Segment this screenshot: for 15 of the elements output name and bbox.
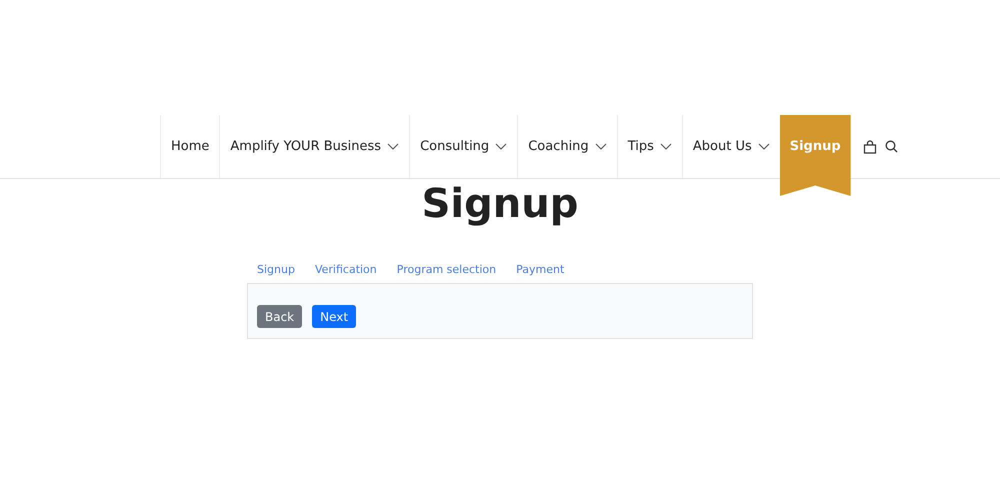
shopping-bag-icon[interactable] xyxy=(862,140,877,154)
step-link[interactable]: Payment xyxy=(516,263,564,276)
nav-link[interactable]: Coaching xyxy=(517,115,617,178)
search-icon[interactable] xyxy=(884,140,898,153)
page-title: Signup xyxy=(420,181,580,227)
step-link[interactable]: Signup xyxy=(257,263,295,276)
nav-link[interactable]: Signup xyxy=(780,115,851,196)
nav-link[interactable]: Tips xyxy=(616,115,682,178)
step-link[interactable]: Verification xyxy=(314,263,377,276)
step-link[interactable]: Program selection xyxy=(396,263,496,276)
back-button[interactable]: Back xyxy=(257,305,302,328)
nav-link[interactable]: Amplify YOUR Business xyxy=(219,115,410,178)
nav-link[interactable]: Home xyxy=(160,115,220,178)
nav-link[interactable]: Consulting xyxy=(409,115,518,178)
next-button[interactable]: Next xyxy=(312,305,356,328)
